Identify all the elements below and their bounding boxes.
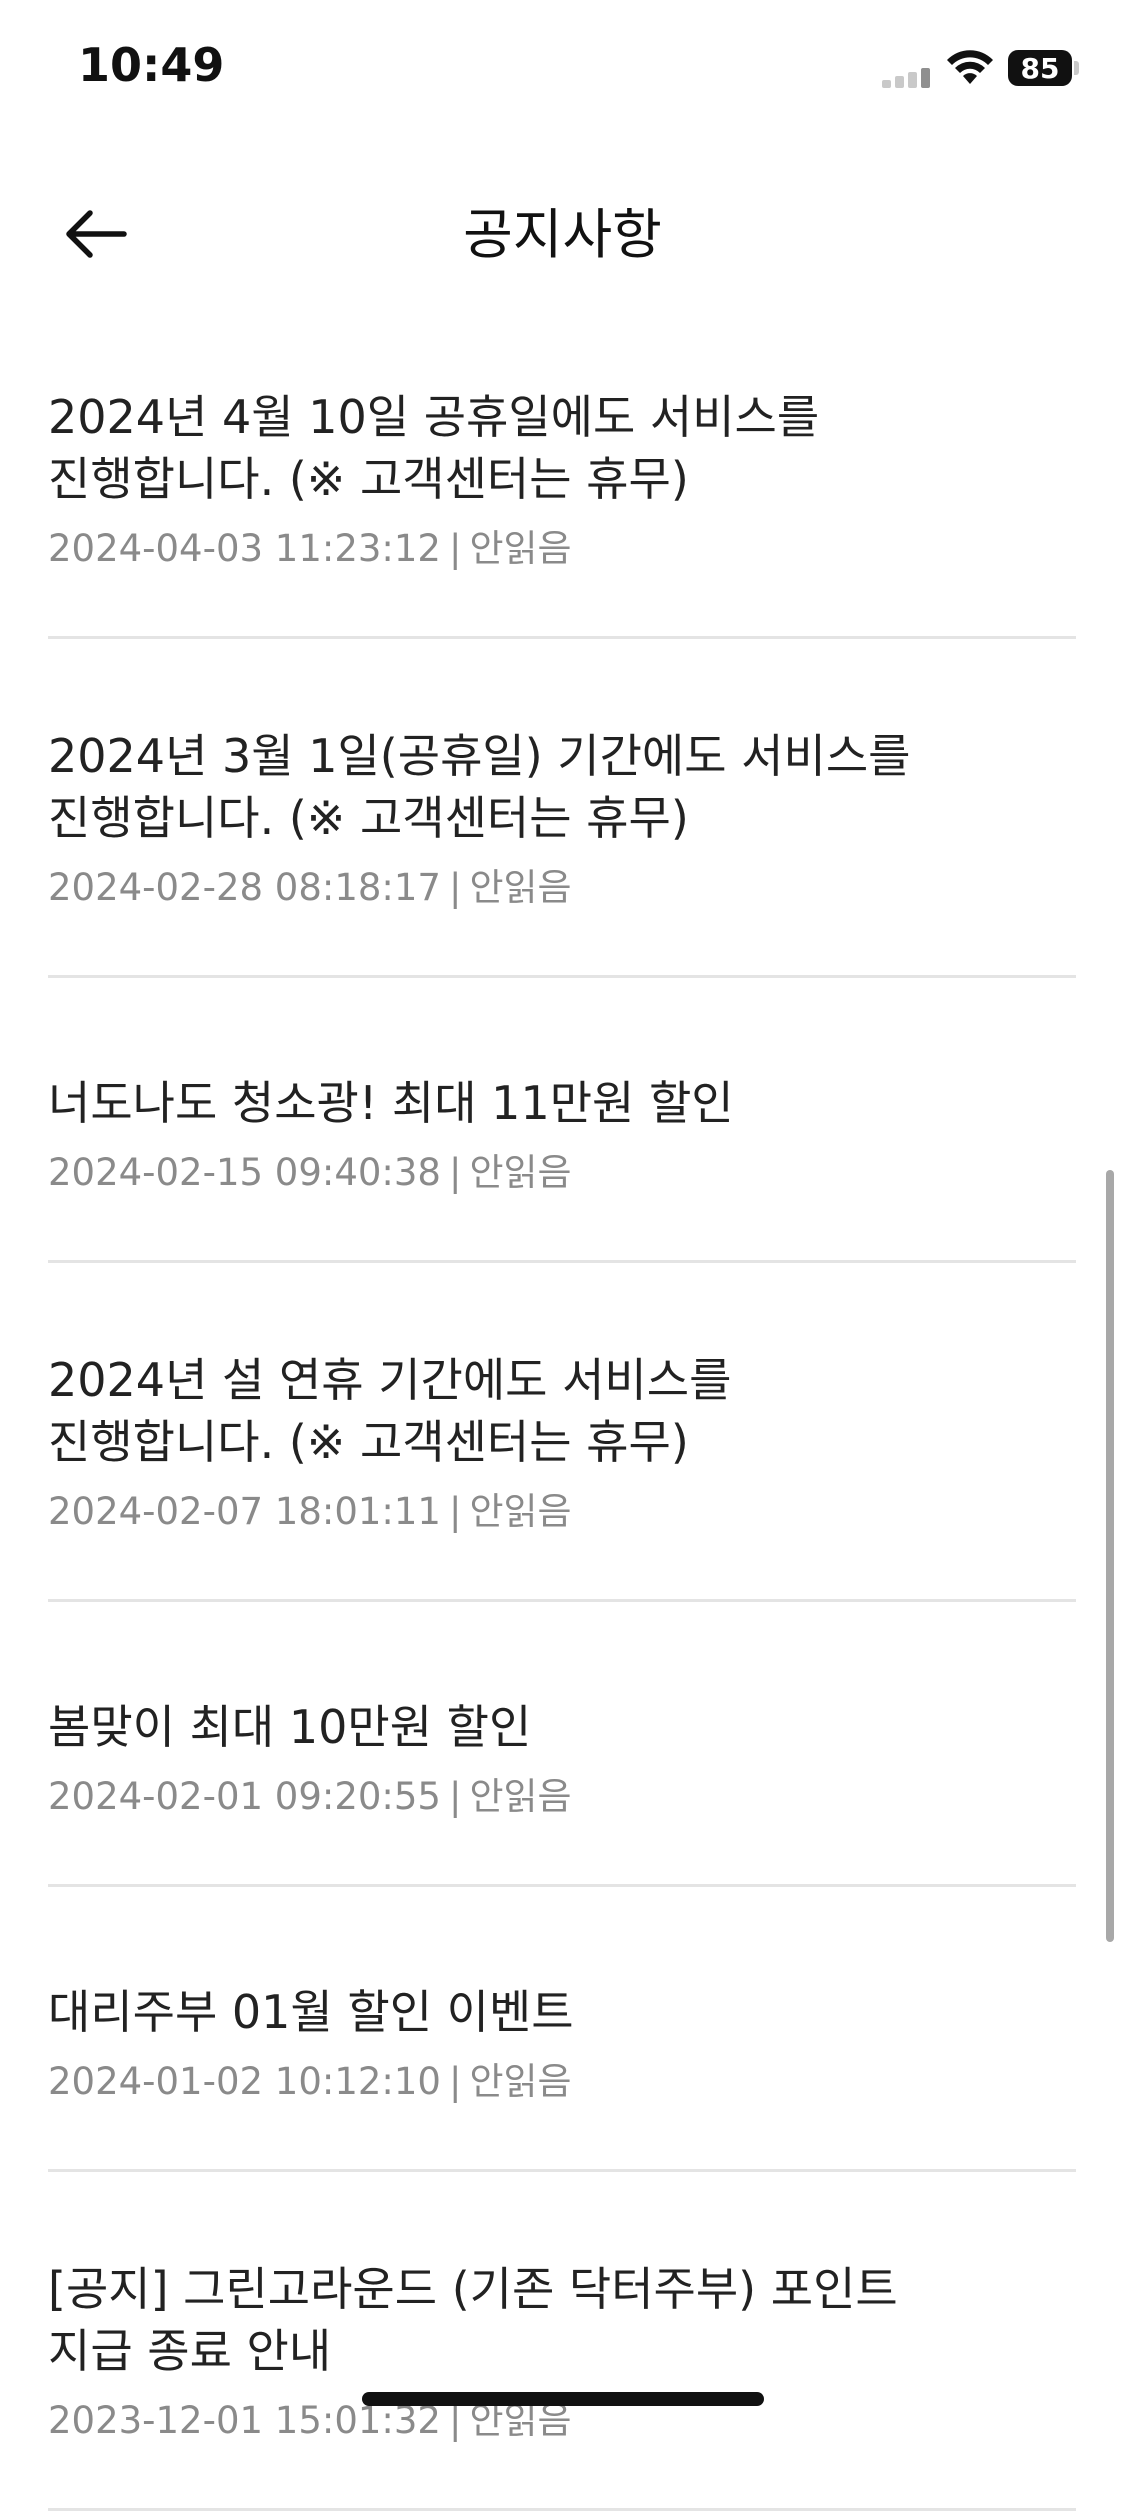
battery-icon: 85: [1008, 50, 1072, 86]
notice-read-status: 안읽음: [469, 1775, 572, 1818]
notice-meta: 2024-02-15 09:40:38 | 안읽음: [48, 1151, 572, 1194]
home-indicator[interactable]: [362, 2392, 764, 2406]
notice-read-status: 안읽음: [469, 1151, 572, 1194]
status-bar: 10:49 85: [0, 0, 1125, 140]
notice-date: 2024-02-28 08:18:17: [48, 866, 441, 909]
notice-title: 2024년 4월 10일 공휴일에도 서비스를 진행합니다. (※ 고객센터는 …: [48, 390, 820, 506]
notice-date: 2024-02-07 18:01:11: [48, 1490, 441, 1533]
notice-title: 2024년 설 연휴 기간에도 서비스를 진행합니다. (※ 고객센터는 휴무): [48, 1353, 732, 1469]
notice-item[interactable]: 2024년 설 연휴 기간에도 서비스를 진행합니다. (※ 고객센터는 휴무)…: [48, 1263, 1076, 1602]
notice-title: [공지] 그린고라운드 (기존 닥터주부) 포인트 지급 종료 안내: [48, 2262, 898, 2378]
notice-item[interactable]: 대리주부 01월 할인 이벤트 2024-01-02 10:12:10 | 안읽음: [48, 1887, 1076, 2172]
notice-title: 대리주부 01월 할인 이벤트: [48, 1985, 574, 2039]
notice-meta: 2024-01-02 10:12:10 | 안읽음: [48, 2060, 572, 2103]
notice-date: 2024-02-01 09:20:55: [48, 1775, 441, 1818]
notice-meta: 2024-02-07 18:01:11 | 안읽음: [48, 1490, 572, 1533]
wifi-icon: [946, 48, 994, 88]
notice-list: 2024년 4월 10일 공휴일에도 서비스를 진행합니다. (※ 고객센터는 …: [48, 300, 1076, 2511]
battery-level: 85: [1020, 51, 1060, 85]
notice-item[interactable]: 2024년 4월 10일 공휴일에도 서비스를 진행합니다. (※ 고객센터는 …: [48, 300, 1076, 639]
notice-meta: 2024-02-28 08:18:17 | 안읽음: [48, 866, 572, 909]
notice-read-status: 안읽음: [469, 2060, 572, 2103]
notice-item[interactable]: 봄맞이 최대 10만원 할인 2024-02-01 09:20:55 | 안읽음: [48, 1602, 1076, 1887]
notice-item[interactable]: [공지] 그린고라운드 (기존 닥터주부) 포인트 지급 종료 안내 2023-…: [48, 2172, 1076, 2511]
page-title: 공지사항: [463, 203, 662, 266]
cellular-signal-icon: [882, 66, 930, 88]
navigation-header: 공지사항: [0, 160, 1125, 300]
notice-item[interactable]: 너도나도 청소광! 최대 11만원 할인 2024-02-15 09:40:38…: [48, 978, 1076, 1263]
notice-title: 너도나도 청소광! 최대 11만원 할인: [48, 1076, 734, 1130]
notice-read-status: 안읽음: [469, 1490, 572, 1533]
scrollbar[interactable]: [1106, 1170, 1114, 1942]
notice-title: 봄맞이 최대 10만원 할인: [48, 1700, 532, 1754]
notice-read-status: 안읽음: [469, 527, 572, 570]
notice-date: 2024-02-15 09:40:38: [48, 1151, 441, 1194]
notice-date: 2024-01-02 10:12:10: [48, 2060, 441, 2103]
notice-meta: 2024-02-01 09:20:55 | 안읽음: [48, 1775, 572, 1818]
notice-title: 2024년 3월 1일(공휴일) 기간에도 서비스를 진행합니다. (※ 고객센…: [48, 729, 911, 845]
notice-item[interactable]: 2024년 3월 1일(공휴일) 기간에도 서비스를 진행합니다. (※ 고객센…: [48, 639, 1076, 978]
notice-date: 2024-04-03 11:23:12: [48, 527, 441, 570]
notice-read-status: 안읽음: [469, 866, 572, 909]
battery-tip: [1074, 61, 1079, 75]
notice-meta: 2024-04-03 11:23:12 | 안읽음: [48, 527, 572, 570]
status-time: 10:49: [78, 38, 225, 92]
